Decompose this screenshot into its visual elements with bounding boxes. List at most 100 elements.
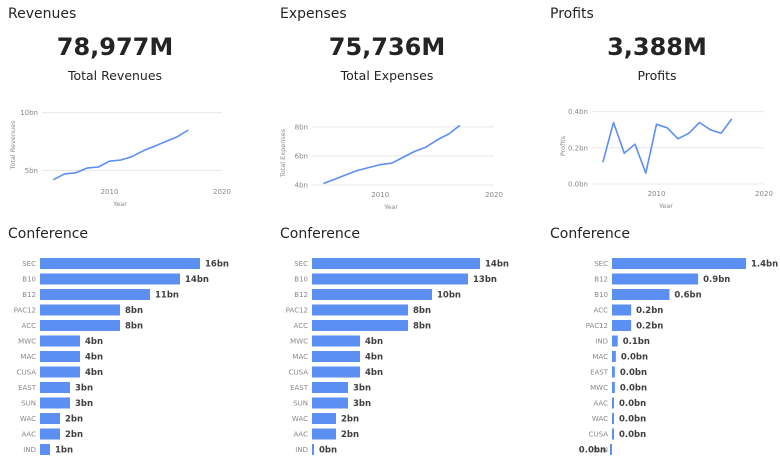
- category-label: AAC: [593, 400, 608, 408]
- bar-chart-title: Conference: [8, 226, 89, 242]
- bar: [40, 397, 70, 409]
- bar: [312, 382, 348, 393]
- x-tick-label: 2020: [755, 190, 773, 198]
- category-label: B12: [594, 276, 608, 284]
- profits-line-chart[interactable]: 0.0bn 0.2bn 0.4bn 2010 2020 Year Profits: [542, 98, 778, 214]
- expenses-line-chart[interactable]: 4bn 6bn 8bn 2010 2020 Year Total Expenses: [272, 98, 532, 214]
- revenues-by-conference-bar-chart[interactable]: SEC 16bn B10 14bn B12 11bn PAC12 8bn ACC 8bn MWC 4b…: [0, 254, 260, 460]
- category-label: PAC12: [286, 307, 308, 315]
- category-label: MWC: [290, 338, 308, 346]
- data-label: 8bn: [125, 322, 143, 332]
- category-label: SEC: [294, 260, 308, 268]
- category-label: CUSA: [17, 369, 37, 377]
- y-axis-label: Total Revenues: [9, 120, 17, 171]
- category-label: AAC: [293, 431, 308, 439]
- bar: [40, 320, 120, 331]
- bar: [312, 351, 360, 362]
- data-label: 14bn: [485, 260, 509, 270]
- data-label: 4bn: [85, 337, 103, 347]
- series-line: [323, 124, 461, 185]
- data-label: 11bn: [155, 291, 179, 301]
- bar: [612, 397, 614, 409]
- bar: [612, 366, 615, 378]
- data-label: 2bn: [65, 415, 83, 425]
- y-tick-label: 0.4bn: [568, 108, 588, 116]
- category-label: MAC: [292, 353, 308, 361]
- bar: [312, 304, 408, 316]
- bar: [40, 289, 150, 300]
- panel-title: Expenses: [280, 6, 347, 22]
- x-tick-label: 2020: [213, 188, 231, 196]
- bar: [40, 351, 80, 362]
- revenues-panel: Revenues 78,977M Total Revenues 5bn 10bn 2…: [0, 0, 260, 463]
- kpi-label: Profits: [637, 68, 677, 83]
- data-label: 1bn: [55, 446, 73, 456]
- category-label: MWC: [18, 338, 36, 346]
- data-label: 0.0bn: [579, 446, 606, 456]
- data-label: 0.6bn: [674, 291, 701, 301]
- data-label: 3bn: [75, 399, 93, 409]
- bar: [612, 289, 670, 300]
- category-label: WAC: [292, 415, 308, 423]
- data-label: 3bn: [353, 384, 371, 394]
- category-label: B10: [294, 276, 308, 284]
- data-label: 0.2bn: [636, 322, 663, 332]
- bar: [312, 320, 408, 331]
- bar: [612, 351, 616, 362]
- category-label: PAC12: [14, 307, 36, 315]
- data-label: 4bn: [365, 337, 383, 347]
- data-label: 3bn: [353, 399, 371, 409]
- x-axis-label: Year: [383, 203, 398, 211]
- kpi-value: 3,388M: [607, 33, 707, 61]
- category-label: SUN: [293, 400, 308, 408]
- bar: [40, 413, 60, 424]
- category-label: SEC: [594, 260, 608, 268]
- category-label: AAC: [21, 431, 36, 439]
- category-label: IND: [295, 446, 308, 454]
- bar: [40, 258, 200, 269]
- y-tick-label: 8bn: [295, 123, 308, 131]
- bar: [40, 366, 80, 378]
- x-tick-label: 2020: [485, 191, 503, 199]
- bar: [312, 444, 314, 455]
- kpi-value: 75,736M: [328, 33, 446, 61]
- expenses-by-conference-bar-chart[interactable]: SEC 14bn B10 13bn B12 10bn PAC12 8bn ACC 8bn MWC 4b…: [272, 254, 532, 460]
- bar: [612, 428, 614, 440]
- category-label: B12: [22, 291, 36, 299]
- bar: [312, 366, 360, 378]
- data-label: 0.0bn: [619, 399, 646, 409]
- category-label: B12: [294, 291, 308, 299]
- data-label: 8bn: [413, 306, 431, 316]
- bar: [612, 382, 615, 393]
- data-label: 10bn: [437, 291, 461, 301]
- x-tick-label: 2010: [101, 188, 119, 196]
- bar: [312, 413, 336, 424]
- bar: [40, 428, 60, 440]
- category-label: CUSA: [589, 431, 609, 439]
- profits-by-conference-bar-chart[interactable]: SEC 1.4bn B12 0.9bn B10 0.6bn ACC 0.2bn PAC12 0.2…: [542, 254, 778, 460]
- bar: [312, 428, 336, 440]
- bar: [612, 320, 632, 331]
- panel-title: Revenues: [8, 6, 77, 22]
- data-label: 4bn: [365, 368, 383, 378]
- category-label: MAC: [20, 353, 36, 361]
- data-label: 2bn: [341, 430, 359, 440]
- bar-chart-title: Conference: [280, 226, 361, 242]
- bar: [40, 444, 50, 455]
- data-label: 14bn: [185, 275, 209, 285]
- category-label: MAC: [592, 353, 608, 361]
- kpi-label: Total Expenses: [340, 68, 434, 83]
- kpi-value: 78,977M: [56, 33, 174, 61]
- data-label: 0bn: [319, 446, 337, 456]
- y-tick-label: 5bn: [25, 167, 38, 175]
- bar: [40, 273, 180, 285]
- bar: [612, 335, 618, 347]
- y-axis-label: Profits: [559, 135, 567, 156]
- revenues-line-chart[interactable]: 5bn 10bn 2010 2020 Year Total Revenues: [0, 98, 260, 214]
- bar-chart-title: Conference: [550, 226, 631, 242]
- profits-panel: Profits 3,388M Profits 0.0bn 0.2bn 0.4bn 20…: [542, 0, 780, 463]
- bar: [612, 258, 746, 269]
- data-label: 0.1bn: [623, 337, 650, 347]
- x-axis-label: Year: [658, 202, 673, 210]
- data-label: 0.0bn: [619, 430, 646, 440]
